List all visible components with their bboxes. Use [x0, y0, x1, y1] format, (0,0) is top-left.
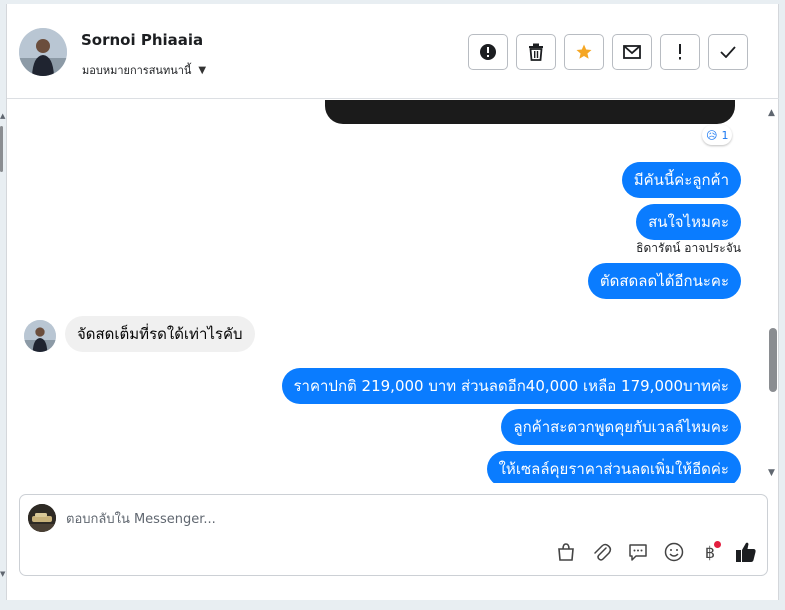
outgoing-message[interactable]: สนใจไหมคะ — [636, 204, 741, 240]
exclamation-icon — [679, 44, 681, 60]
baht-icon[interactable]: ฿ — [699, 541, 721, 563]
notification-dot — [714, 541, 721, 548]
paperclip-icon[interactable] — [591, 541, 613, 563]
page-avatar — [28, 504, 56, 532]
outgoing-message[interactable]: ลูกค้าสะดวกพูดคุยกับเวลล์ไหมคะ — [501, 409, 741, 445]
conversation-header: Sornoi Phiaaia มอบหมายการสนทนานี้ ▼ — [7, 4, 780, 99]
trash-icon — [529, 43, 543, 61]
outgoing-message[interactable]: ให้เซลล์คุยราคาส่วนลดเพิ่มให้อีดค่ะ — [486, 451, 741, 483]
sad-face-emoji-icon: 😥 — [706, 128, 718, 142]
delete-button[interactable] — [516, 34, 556, 70]
scroll-down-arrow-icon[interactable]: ▼ — [768, 468, 775, 478]
outer-scroll-up-icon[interactable]: ▲ — [0, 112, 5, 120]
contact-avatar[interactable] — [19, 28, 67, 76]
assign-conversation-dropdown[interactable]: มอบหมายการสนทนานี้ ▼ — [82, 61, 206, 79]
outgoing-message[interactable]: มีคันนี้ค่ะลูกค้า — [621, 162, 741, 198]
outgoing-message[interactable]: ตัดสดลดได้อีกนะคะ — [587, 263, 741, 299]
outgoing-message[interactable]: ราคาปกติ 219,000 บาท ส่วนลดอีก40,000 เหล… — [281, 368, 741, 404]
caret-down-icon: ▼ — [198, 64, 207, 76]
envelope-icon — [623, 45, 641, 59]
conversation-panel: Sornoi Phiaaia มอบหมายการสนทนานี้ ▼ 😥 1 … — [6, 4, 780, 600]
mark-unread-button[interactable] — [612, 34, 652, 70]
composer-tools: ฿ — [555, 541, 757, 563]
header-actions — [468, 34, 748, 70]
contact-avatar-small[interactable] — [24, 320, 56, 352]
incoming-message[interactable]: จัดสดเต็มที่รดใด้เท่าไรคับ — [65, 316, 255, 352]
message-reaction[interactable]: 😥 1 — [702, 125, 733, 145]
important-button[interactable] — [660, 34, 700, 70]
message-composer: ฿ — [19, 494, 768, 576]
scroll-up-arrow-icon[interactable]: ▲ — [768, 108, 775, 118]
checkmark-icon — [720, 46, 736, 58]
scrollbar-thumb[interactable] — [769, 328, 777, 392]
smiley-icon[interactable] — [663, 541, 685, 563]
image-attachment[interactable] — [325, 100, 735, 124]
reaction-count: 1 — [721, 128, 729, 142]
reply-input[interactable] — [66, 508, 666, 530]
assign-label: มอบหมายการสนทนานี้ — [82, 64, 192, 77]
sender-name: ธิดารัตน์ อาจประจัน — [636, 241, 741, 255]
outer-scrollbar-thumb[interactable] — [0, 126, 3, 172]
star-button[interactable] — [564, 34, 604, 70]
message-thread[interactable]: 😥 1 มีคันนี้ค่ะลูกค้า สนใจไหมคะ ธิดารัตน… — [7, 100, 780, 483]
outer-scroll-down-icon[interactable]: ▼ — [0, 570, 5, 578]
contact-name[interactable]: Sornoi Phiaaia — [81, 31, 203, 49]
page-background-edge — [779, 0, 785, 610]
chat-bubble-icon[interactable] — [627, 541, 649, 563]
done-button[interactable] — [708, 34, 748, 70]
bag-icon[interactable] — [555, 541, 577, 563]
alert-circle-icon — [480, 44, 496, 60]
thumbs-up-icon[interactable] — [735, 541, 757, 563]
star-icon — [576, 44, 592, 59]
report-button[interactable] — [468, 34, 508, 70]
message-scrollbar[interactable]: ▲ ▼ — [766, 100, 780, 483]
